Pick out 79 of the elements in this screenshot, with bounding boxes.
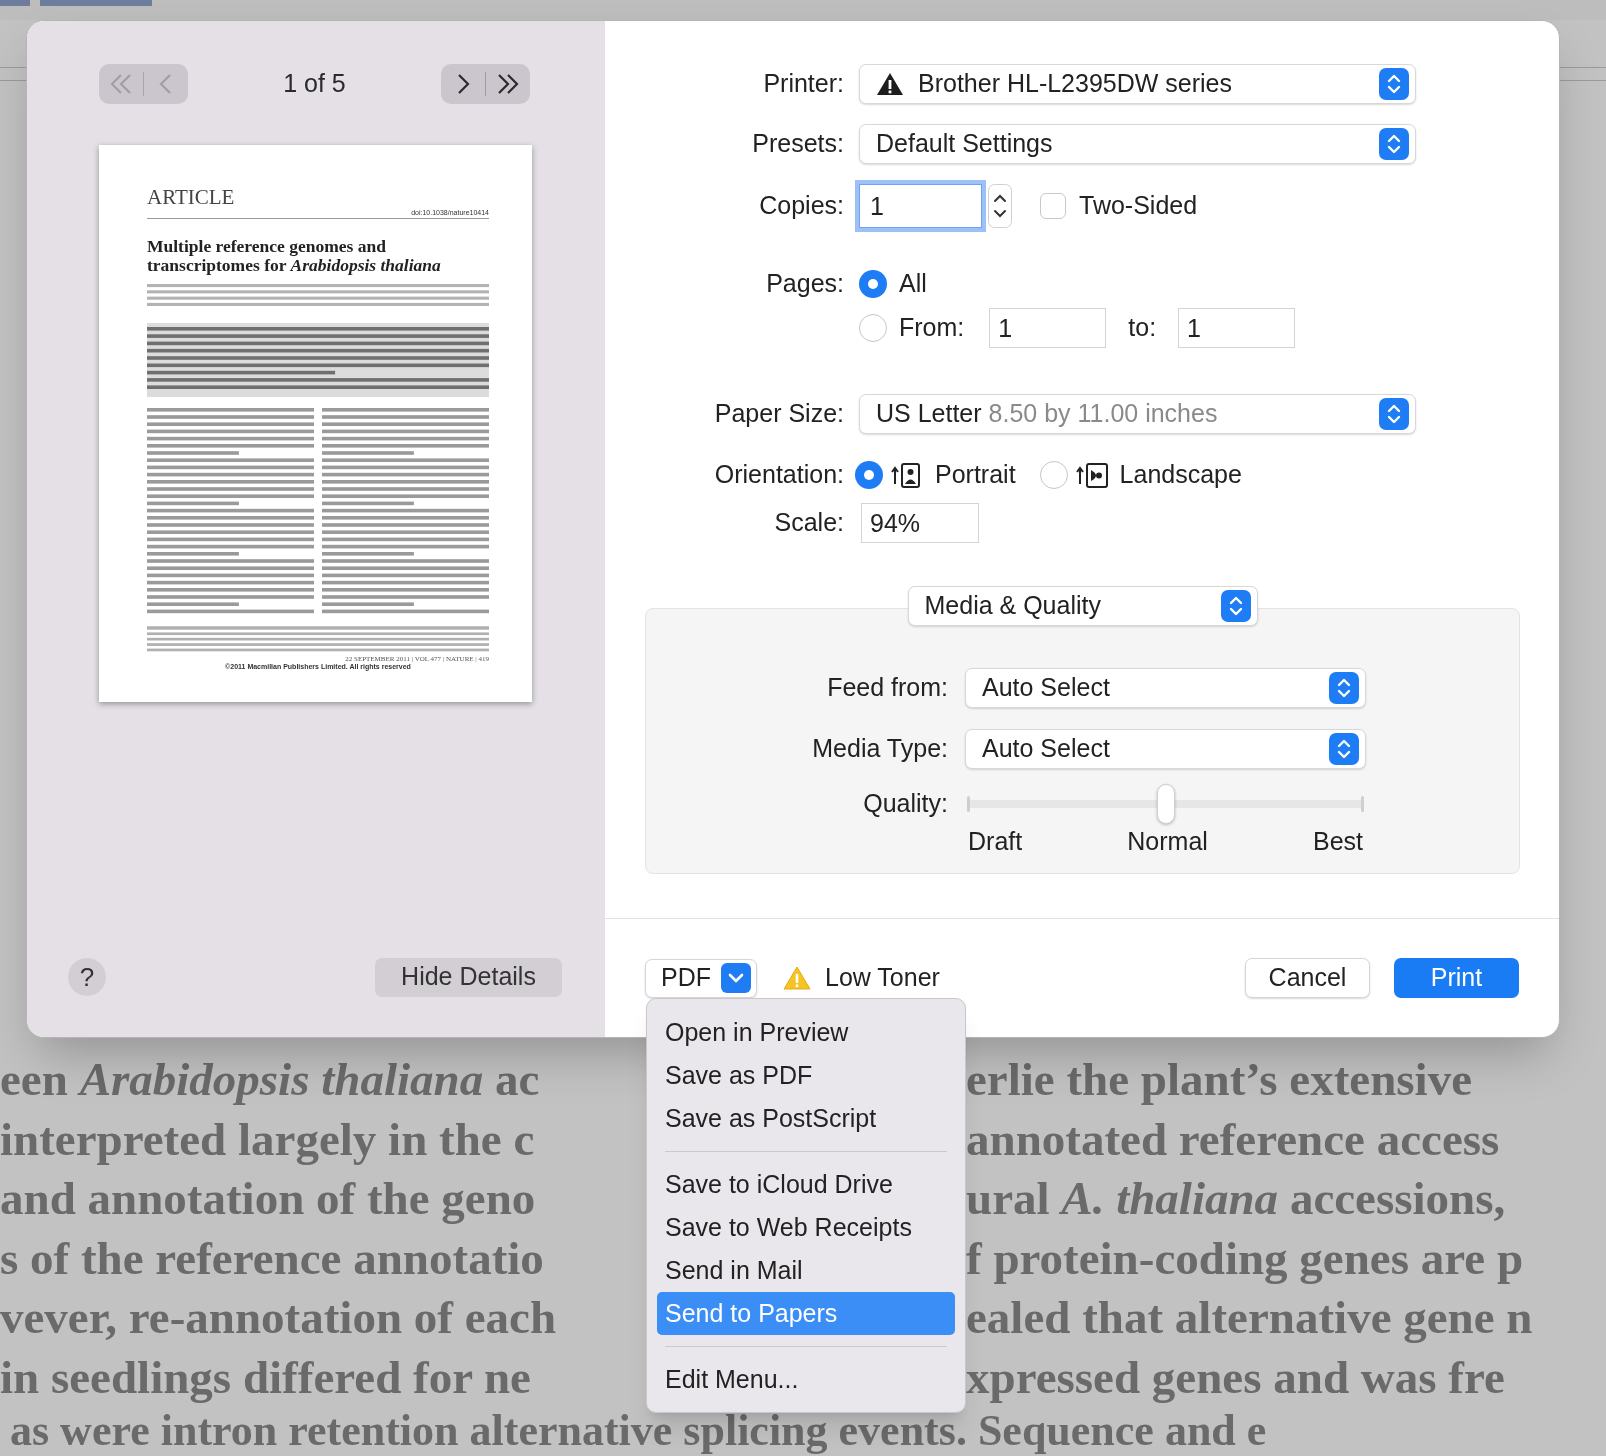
chevron-updown-icon [1329, 672, 1359, 704]
article-label: ARTICLE [147, 185, 235, 209]
chevron-updown-icon [1220, 590, 1251, 622]
dropdown[interactable]: Auto Select [965, 729, 1366, 769]
print-button[interactable]: Print [1394, 958, 1519, 998]
radio-button[interactable] [859, 270, 887, 298]
scale-field[interactable]: 94% [861, 503, 979, 543]
radio-button[interactable] [1039, 461, 1068, 489]
pdf-button[interactable]: PDF [645, 958, 757, 998]
background-text: annotated reference access [966, 1111, 1500, 1167]
dropdown[interactable]: Auto Select [965, 668, 1366, 708]
radio-label: All [899, 268, 927, 300]
background-text: ural A. thaliana accessions, [966, 1171, 1506, 1226]
menu-item[interactable]: Save as PostScript [657, 1097, 955, 1140]
presets-popup[interactable]: Default Settings [859, 124, 1416, 164]
background-text: s of the reference annotatio [0, 1230, 544, 1286]
slider-thumb[interactable] [1156, 784, 1175, 824]
background-text: interpreted largely in the c [0, 1111, 535, 1167]
background-text: in seedlings differed for ne [0, 1349, 531, 1405]
portrait-icon [891, 461, 923, 489]
page-indicator: 1 of 5 [283, 68, 346, 100]
radio-label: From: [899, 312, 965, 344]
field-label: Paper Size: [713, 398, 844, 430]
warning-icon [876, 71, 904, 97]
field-label: Presets: [751, 128, 844, 160]
menu-item[interactable]: Save to iCloud Drive [657, 1163, 955, 1206]
section-popup[interactable]: Media & Quality [907, 586, 1258, 626]
chevron-updown-icon [1379, 398, 1409, 430]
chevron-updown-icon [1329, 733, 1359, 765]
chevron-down-icon [721, 963, 751, 993]
warning-text: Low Toner [825, 962, 940, 994]
printer-popup[interactable]: Brother HL-L2395DW series [859, 64, 1416, 104]
menu-item[interactable]: Save as PDF [657, 1054, 955, 1097]
background-text: f protein-coding genes are p [966, 1230, 1524, 1286]
field-label: Scale: [773, 507, 844, 539]
field-label: Feed from: [826, 672, 948, 704]
field-label: Orientation: [713, 459, 844, 491]
copies-field[interactable]: 1 [859, 184, 982, 228]
chevron-updown-icon [1379, 68, 1409, 100]
background-text: erlie the plant’s extensive [966, 1052, 1472, 1107]
from-field[interactable]: 1 [989, 308, 1107, 348]
background-text: and annotation of the geno [0, 1171, 536, 1226]
background-text: vever, re-annotation of each [0, 1290, 557, 1345]
menu-item[interactable]: Save to Web Receipts [657, 1206, 955, 1249]
field-label: Pages: [765, 268, 844, 300]
warning-icon [783, 965, 811, 991]
menu-item[interactable]: Send in Mail [657, 1249, 955, 1292]
last-page-icon [495, 72, 521, 96]
article-title: Multiple reference genomes and transcriptomes for Arabidopsis thaliana [147, 237, 442, 275]
background-text: xpressed genes and was fre [966, 1349, 1505, 1405]
checkbox-label: Two-Sided [1079, 190, 1198, 222]
radio-button[interactable] [859, 314, 887, 342]
paper-size-popup[interactable]: US Letter 8.50 by 11.00 inches [859, 394, 1416, 434]
landscape-icon [1075, 461, 1108, 489]
checkbox[interactable] [1040, 193, 1066, 219]
background-text: een Arabidopsis thaliana ac [0, 1052, 540, 1107]
to-field[interactable]: 1 [1178, 308, 1296, 348]
radio-button[interactable] [855, 461, 883, 489]
stepper-icon [988, 184, 1012, 228]
menu-item[interactable]: Edit Menu... [657, 1358, 955, 1401]
background-text: as were intron retention alternative splicing events. Sequence and e [10, 1408, 1267, 1454]
radio-label: Portrait [935, 459, 1016, 491]
help-button[interactable]: ? [68, 958, 106, 996]
chevron-updown-icon [1379, 128, 1409, 160]
slider-label: Best [1312, 826, 1363, 858]
hide-details-button[interactable]: Hide Details [375, 957, 562, 997]
field-label: to: [1128, 312, 1157, 344]
radio-label: Landscape [1119, 459, 1242, 491]
field-label: Printer: [762, 68, 844, 100]
quality-slider[interactable] [967, 784, 1364, 824]
field-label: Quality: [862, 788, 948, 820]
slider-label: Draft [968, 826, 1023, 858]
slider-label: Normal [1127, 826, 1208, 858]
background-text: ealed that alternative gene n [966, 1290, 1533, 1345]
field-label: Media Type: [811, 733, 948, 765]
menu-item[interactable]: Open in Preview [657, 1011, 955, 1054]
first-page-icon [108, 72, 134, 96]
cancel-button[interactable]: Cancel [1245, 958, 1370, 998]
field-label: Copies: [758, 190, 844, 222]
